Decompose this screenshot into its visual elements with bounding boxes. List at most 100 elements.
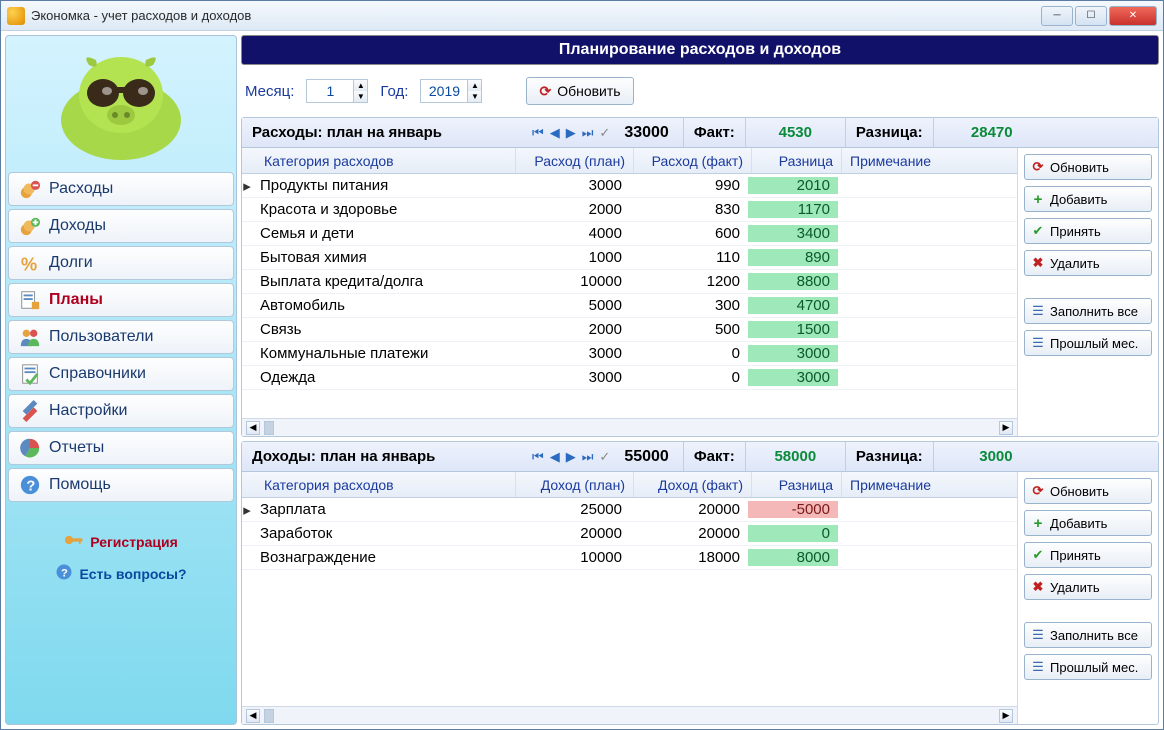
diff-label: Разница: (845, 442, 933, 471)
income-rows[interactable]: ▸Зарплата2500020000-5000Заработок2000020… (242, 498, 1017, 706)
col-diff[interactable]: Разница (752, 148, 842, 173)
register-link[interactable]: Регистрация (64, 532, 178, 551)
table-row[interactable]: ▸Зарплата2500020000-5000 (242, 498, 1017, 522)
scroll-thumb[interactable] (264, 421, 274, 435)
table-row[interactable]: ▸Продукты питания30009902010 (242, 174, 1017, 198)
income-hscroll[interactable]: ◀ ▶ (242, 706, 1017, 724)
table-row[interactable]: Выплата кредита/долга1000012008800 (242, 270, 1017, 294)
refresh-button[interactable]: ⟳Обновить (1024, 154, 1152, 180)
col-fact[interactable]: Доход (факт) (634, 472, 752, 497)
table-row[interactable]: Автомобиль50003004700 (242, 294, 1017, 318)
check-icon[interactable]: ✓ (599, 125, 610, 141)
prev-icon[interactable]: ◀ (550, 125, 560, 141)
col-category[interactable]: Категория расходов (256, 472, 516, 497)
col-diff[interactable]: Разница (752, 472, 842, 497)
side-links: Регистрация ? Есть вопросы? (8, 532, 234, 584)
table-row[interactable]: Одежда300003000 (242, 366, 1017, 390)
income-grid-head: Категория расходов Доход (план) Доход (ф… (242, 472, 1017, 498)
cell-plan: 2000 (512, 321, 630, 338)
cell-fact: 18000 (630, 549, 748, 566)
expense-panel: Расходы: план на январь ⏮ ◀ ▶ ⏭ ✓ 33000 … (241, 117, 1159, 437)
table-row[interactable]: Вознаграждение10000180008000 (242, 546, 1017, 570)
check-icon[interactable]: ✓ (599, 449, 610, 465)
cell-diff: 3000 (748, 345, 838, 362)
table-row[interactable]: Семья и дети40006003400 (242, 222, 1017, 246)
spin-down-icon[interactable]: ▼ (353, 91, 367, 102)
delete-button[interactable]: ✖Удалить (1024, 574, 1152, 600)
fill-all-button[interactable]: ☰Заполнить все (1024, 622, 1152, 648)
prev-month-button[interactable]: ☰Прошлый мес. (1024, 654, 1152, 680)
refresh-button[interactable]: ⟳ Обновить (526, 77, 633, 105)
expense-hscroll[interactable]: ◀ ▶ (242, 418, 1017, 436)
month-input[interactable] (307, 83, 353, 99)
nav-label: Доходы (49, 217, 106, 235)
accept-button[interactable]: ✔Принять (1024, 218, 1152, 244)
nav-users[interactable]: Пользователи (8, 320, 234, 354)
spin-down-icon[interactable]: ▼ (467, 91, 481, 102)
spin-up-icon[interactable]: ▲ (353, 80, 367, 91)
cell-fact: 500 (630, 321, 748, 338)
col-note[interactable]: Примечание (842, 148, 1017, 173)
col-plan[interactable]: Доход (план) (516, 472, 634, 497)
delete-icon: ✖ (1031, 580, 1045, 594)
scroll-left-icon[interactable]: ◀ (246, 421, 260, 435)
list-icon: ☰ (1031, 304, 1045, 318)
scroll-thumb[interactable] (264, 709, 274, 723)
first-icon[interactable]: ⏮ (532, 449, 544, 465)
next-icon[interactable]: ▶ (566, 125, 576, 141)
nav-debts[interactable]: % Долги (8, 246, 234, 280)
minimize-button[interactable]: ─ (1041, 6, 1073, 26)
table-row[interactable]: Заработок20000200000 (242, 522, 1017, 546)
nav-expenses[interactable]: Расходы (8, 172, 234, 206)
nav-settings[interactable]: Настройки (8, 394, 234, 428)
users-icon (19, 326, 41, 348)
cell-fact: 990 (630, 177, 748, 194)
close-button[interactable]: ✕ (1109, 6, 1157, 26)
first-icon[interactable]: ⏮ (532, 125, 544, 141)
cell-fact: 830 (630, 201, 748, 218)
row-marker: ▸ (242, 177, 252, 195)
app-icon (7, 7, 25, 25)
spin-up-icon[interactable]: ▲ (467, 80, 481, 91)
nav-income[interactable]: Доходы (8, 209, 234, 243)
table-row[interactable]: Красота и здоровье20008301170 (242, 198, 1017, 222)
col-note[interactable]: Примечание (842, 472, 1017, 497)
expense-rows[interactable]: ▸Продукты питания30009902010Красота и зд… (242, 174, 1017, 418)
maximize-button[interactable]: ☐ (1075, 6, 1107, 26)
year-spinner[interactable]: ▲▼ (420, 79, 482, 103)
last-icon[interactable]: ⏭ (582, 449, 594, 465)
col-fact[interactable]: Расход (факт) (634, 148, 752, 173)
month-spinner[interactable]: ▲▼ (306, 79, 368, 103)
help-small-icon: ? (55, 563, 73, 584)
nav-plans[interactable]: Планы (8, 283, 234, 317)
next-icon[interactable]: ▶ (566, 449, 576, 465)
year-input[interactable] (421, 83, 467, 99)
questions-link[interactable]: ? Есть вопросы? (55, 563, 186, 584)
prev-month-button[interactable]: ☰Прошлый мес. (1024, 330, 1152, 356)
cell-category: Автомобиль (252, 297, 512, 314)
cell-diff: 8000 (748, 549, 838, 566)
income-grid: Категория расходов Доход (план) Доход (ф… (242, 472, 1018, 724)
scroll-right-icon[interactable]: ▶ (999, 709, 1013, 723)
last-icon[interactable]: ⏭ (582, 125, 594, 141)
table-row[interactable]: Коммунальные платежи300003000 (242, 342, 1017, 366)
table-row[interactable]: Бытовая химия1000110890 (242, 246, 1017, 270)
add-button[interactable]: +Добавить (1024, 186, 1152, 212)
prev-icon[interactable]: ◀ (550, 449, 560, 465)
scroll-left-icon[interactable]: ◀ (246, 709, 260, 723)
nav-references[interactable]: Справочники (8, 357, 234, 391)
col-plan[interactable]: Расход (план) (516, 148, 634, 173)
nav-reports[interactable]: Отчеты (8, 431, 234, 465)
refresh-button[interactable]: ⟳Обновить (1024, 478, 1152, 504)
col-category[interactable]: Категория расходов (256, 148, 516, 173)
piechart-icon (19, 437, 41, 459)
nav-help[interactable]: ? Помощь (8, 468, 234, 502)
fill-all-button[interactable]: ☰Заполнить все (1024, 298, 1152, 324)
scroll-right-icon[interactable]: ▶ (999, 421, 1013, 435)
accept-button[interactable]: ✔Принять (1024, 542, 1152, 568)
cell-fact: 0 (630, 369, 748, 386)
delete-button[interactable]: ✖Удалить (1024, 250, 1152, 276)
add-button[interactable]: +Добавить (1024, 510, 1152, 536)
app-body: Расходы Доходы % Долги Планы Пользовател… (1, 31, 1163, 729)
table-row[interactable]: Связь20005001500 (242, 318, 1017, 342)
